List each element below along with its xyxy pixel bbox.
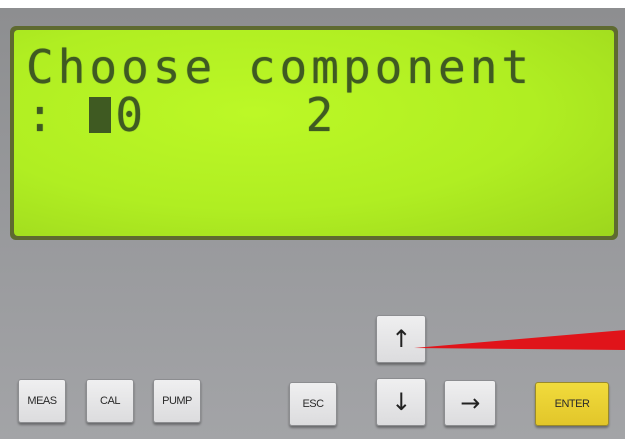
lcd-line-1: Choose component: [26, 40, 534, 94]
right-arrow-button[interactable]: →: [444, 380, 496, 426]
pump-button[interactable]: PUMP: [153, 379, 201, 423]
down-arrow-button[interactable]: ↓: [376, 378, 426, 426]
lcd-line-2: : 0 2: [26, 92, 337, 138]
arrow-right-icon: →: [460, 389, 480, 417]
lcd-prefix: :: [26, 88, 58, 142]
lcd-display: Choose component : 0 2: [14, 30, 614, 236]
lcd-selected-value: 0: [115, 88, 148, 142]
meas-button[interactable]: MEAS: [18, 379, 66, 423]
cal-button[interactable]: CAL: [86, 379, 134, 423]
enter-button[interactable]: ENTER: [535, 382, 609, 426]
esc-button[interactable]: ESC: [289, 382, 337, 426]
lcd-cursor: [89, 97, 112, 133]
lcd-component-count: 2: [305, 88, 338, 142]
arrow-down-icon: ↓: [391, 388, 411, 416]
arrow-up-icon: ↑: [391, 325, 411, 353]
